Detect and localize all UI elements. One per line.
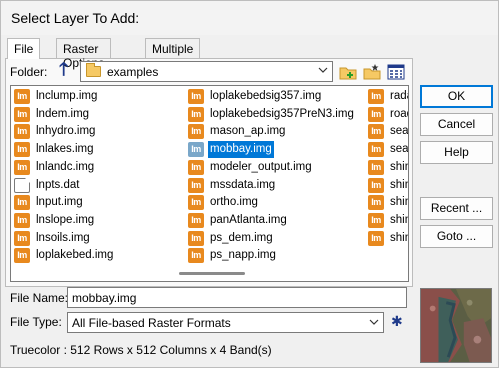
erdas-img-file-icon: Im <box>188 230 204 246</box>
folder-combobox[interactable]: examples <box>80 61 333 82</box>
erdas-img-file-icon: Im <box>14 106 30 122</box>
file-type-label: File Type: <box>10 315 62 329</box>
file-item-label: mason_ap.img <box>210 125 286 138</box>
file-type-value: All File-based Raster Formats <box>72 316 231 330</box>
select-layer-dialog: Select Layer To Add: File Raster Options… <box>0 0 499 368</box>
file-item-label: loplakebed.img <box>36 249 114 262</box>
erdas-img-file-icon: Im <box>368 124 384 140</box>
favorite-folder-icon[interactable] <box>363 63 381 81</box>
erdas-img-file-icon: Im <box>14 230 30 246</box>
chevron-down-icon[interactable] <box>369 317 379 327</box>
file-item-label: mssdata.img <box>210 178 276 191</box>
tab-multiple[interactable]: Multiple <box>145 38 201 58</box>
document-file-icon <box>14 177 30 193</box>
folder-icon <box>86 63 101 77</box>
erdas-img-file-icon: Im <box>188 177 204 193</box>
asterisk-icon[interactable]: ✱ <box>391 313 403 330</box>
file-item-label: mobbay.img <box>208 141 274 159</box>
title-bar: Select Layer To Add: <box>1 1 498 35</box>
tab-raster-options[interactable]: Raster Options <box>56 38 112 70</box>
erdas-img-file-icon: Im <box>14 212 30 228</box>
erdas-img-file-icon: Im <box>368 212 384 228</box>
erdas-img-file-icon: Im <box>368 106 384 122</box>
file-item-label: shine <box>390 196 408 209</box>
file-item-label: road <box>390 107 408 120</box>
file-item-label: loplakebedsig357PreN3.img <box>210 107 354 120</box>
file-item-label: lnclump.img <box>36 90 98 102</box>
new-folder-icon[interactable] <box>339 63 357 81</box>
erdas-img-file-icon: Im <box>188 106 204 122</box>
file-item-label: shine <box>390 160 408 173</box>
file-item-label: lnpts.dat <box>36 178 80 191</box>
file-item-label: lnlakes.img <box>36 143 94 156</box>
image-preview-thumbnail <box>420 288 492 363</box>
file-item-label: lnlandc.img <box>36 160 95 173</box>
file-item-label: seatt <box>390 125 409 138</box>
erdas-img-file-icon: Im <box>368 159 384 175</box>
file-item-label: ps_dem.img <box>210 231 273 244</box>
horizontal-scrollbar[interactable] <box>179 272 245 275</box>
list-view-icon[interactable] <box>387 63 405 81</box>
tab-file[interactable]: File <box>7 38 41 59</box>
file-item-label: panAtlanta.img <box>210 213 287 226</box>
file-item-label: lnsoils.img <box>36 231 90 244</box>
file-item-label: ortho.img <box>210 196 258 209</box>
goto-button[interactable]: Goto ... <box>420 225 493 248</box>
erdas-img-file-icon: Im <box>14 248 30 264</box>
erdas-img-file-icon: Im <box>368 89 384 104</box>
recent-button[interactable]: Recent ... <box>420 197 493 220</box>
chevron-down-icon[interactable] <box>318 65 328 75</box>
erdas-img-file-icon: Im <box>188 195 204 211</box>
file-item-label: seatt <box>390 143 409 156</box>
erdas-img-file-icon: Im <box>368 195 384 211</box>
erdas-img-file-icon: Im <box>188 159 204 175</box>
file-item-label: shine <box>390 231 408 244</box>
folder-label: Folder: <box>10 65 48 79</box>
file-item-label: lnput.img <box>36 196 83 209</box>
file-list[interactable]: Im lnclump.img Im lndem.img Im lnhydro.img Im l… <box>10 85 409 282</box>
erdas-img-file-icon: Im <box>188 248 204 264</box>
ok-button[interactable]: OK <box>420 85 493 108</box>
erdas-img-file-icon: Im <box>14 159 30 175</box>
file-type-select[interactable]: All File-based Raster Formats <box>67 312 384 333</box>
erdas-img-file-icon: Im <box>368 177 384 193</box>
erdas-img-file-icon: Im <box>14 142 30 158</box>
erdas-img-file-icon: Im <box>368 230 384 246</box>
file-item-label: lndem.img <box>36 107 90 120</box>
dialog-title: Select Layer To Add: <box>11 10 140 26</box>
status-text: Truecolor : 512 Rows x 512 Columns x 4 B… <box>10 343 272 357</box>
erdas-img-file-icon: Im <box>188 142 204 158</box>
file-item-label: ps_napp.img <box>210 249 276 262</box>
file-item-label: shine <box>390 178 408 191</box>
erdas-img-file-icon: Im <box>368 142 384 158</box>
file-item-label: modeler_output.img <box>210 160 312 173</box>
erdas-img-file-icon: Im <box>14 89 30 104</box>
help-button[interactable]: Help <box>420 141 493 164</box>
erdas-img-file-icon: Im <box>188 124 204 140</box>
erdas-img-file-icon: Im <box>188 212 204 228</box>
file-item-label: loplakebedsig357.img <box>210 90 322 102</box>
folder-value: examples <box>107 65 159 79</box>
up-arrow-icon[interactable]: 🡑 <box>59 60 75 80</box>
file-item-label: radar <box>390 90 408 102</box>
erdas-img-file-icon: Im <box>188 89 204 104</box>
file-item-label: lnslope.img <box>36 213 95 226</box>
erdas-img-file-icon: Im <box>14 124 30 140</box>
erdas-img-file-icon: Im <box>14 195 30 211</box>
cancel-button[interactable]: Cancel <box>420 113 493 136</box>
file-item-label: lnhydro.img <box>36 125 96 138</box>
file-name-label: File Name: <box>10 291 69 305</box>
file-name-input[interactable]: mobbay.img <box>67 287 407 308</box>
file-item-label: shine <box>390 213 408 226</box>
